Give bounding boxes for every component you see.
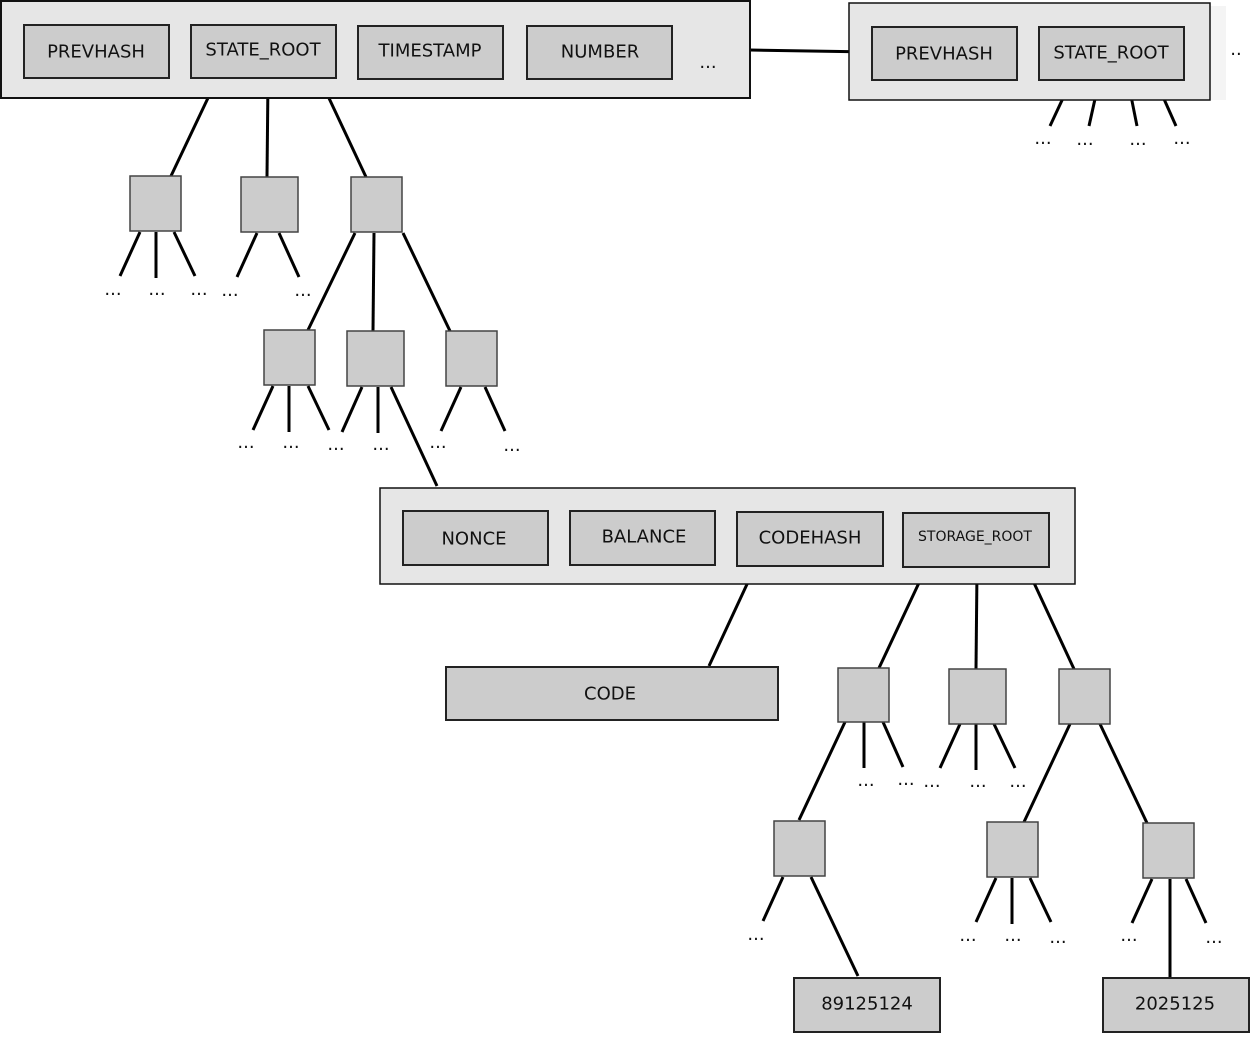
edge <box>1022 723 1072 823</box>
edge <box>1026 569 1076 670</box>
ellipsis: ... <box>294 280 311 301</box>
ellipsis: ... <box>923 771 940 792</box>
field-prevhash-label: PREVHASH <box>47 42 145 63</box>
next-more-ellipsis: .. <box>1230 39 1241 60</box>
ellipsis: ... <box>747 924 764 945</box>
field-state-root-label: STATE_ROOT <box>205 40 321 61</box>
next-field-prevhash-label: PREVHASH <box>895 44 993 65</box>
ellipsis: ... <box>1009 771 1026 792</box>
ellipsis: ... <box>959 925 976 946</box>
edge <box>1028 877 1053 923</box>
ellipsis: ... <box>1076 129 1093 150</box>
storage-node <box>773 820 826 877</box>
ellipsis: ... <box>1034 128 1051 149</box>
ellipsis: ... <box>327 434 344 455</box>
ellipsis: ... <box>969 771 986 792</box>
edge <box>251 385 275 431</box>
edge <box>974 877 998 923</box>
edge <box>974 569 979 670</box>
account: NONCE BALANCE CODEHASH STORAGE_ROOT <box>379 487 1076 585</box>
storage-node <box>986 821 1039 878</box>
ellipsis: ... <box>372 434 389 455</box>
ellipsis: ... <box>282 432 299 453</box>
trie-node <box>263 329 316 386</box>
trie-node <box>129 175 182 232</box>
edge <box>306 232 357 331</box>
next-field-state-root-label: STATE_ROOT <box>1053 43 1169 64</box>
edge <box>1098 723 1149 824</box>
next-block-header: PREVHASH STATE_ROOT .. <box>848 2 1242 101</box>
ellipsis: ... <box>1049 927 1066 948</box>
field-timestamp-label: TIMESTAMP <box>378 41 482 62</box>
ellipsis: ... <box>1205 927 1222 948</box>
edge <box>938 723 962 769</box>
ellipsis: ... <box>897 769 914 790</box>
ellipsis: ... <box>1173 128 1190 149</box>
ellipsis: ... <box>429 432 446 453</box>
ellipsis: ... <box>1120 925 1137 946</box>
storage-node <box>837 667 890 723</box>
edge <box>1184 878 1208 924</box>
field-balance-label: BALANCE <box>602 527 687 548</box>
storage-node <box>1058 668 1111 725</box>
storage-value: 2025125 <box>1135 994 1215 1015</box>
edge <box>371 232 376 332</box>
edge <box>1130 878 1154 924</box>
edge-to-value <box>809 876 860 977</box>
ellipsis: ... <box>1004 925 1021 946</box>
edge <box>306 385 331 431</box>
edge <box>761 876 785 922</box>
trie-node <box>350 176 403 233</box>
field-number-label: NUMBER <box>561 42 639 63</box>
ellipsis: ... <box>148 279 165 300</box>
edge <box>340 386 364 433</box>
code-label: CODE <box>584 684 636 705</box>
ellipsis: ... <box>190 279 207 300</box>
edge <box>992 723 1017 769</box>
edge <box>881 721 905 768</box>
edge <box>277 232 301 278</box>
edge <box>439 386 463 432</box>
edge <box>401 232 452 332</box>
state-trie-diagram: PREVHASH STATE_ROOT TIMESTAMP NUMBER ...… <box>0 0 1250 1033</box>
ellipsis: ... <box>104 279 121 300</box>
more-fields-ellipsis: ... <box>699 52 716 73</box>
ellipsis: ... <box>503 435 520 456</box>
edge <box>235 232 259 278</box>
storage-node <box>1142 822 1195 879</box>
trie-node <box>240 176 299 233</box>
storage-node <box>948 668 1007 725</box>
edge <box>483 386 507 432</box>
field-codehash-label: CODEHASH <box>759 528 862 549</box>
trie-node <box>445 330 498 387</box>
next-block-fade <box>1210 6 1226 100</box>
ellipsis: ... <box>221 280 238 301</box>
ellipsis: ... <box>237 432 254 453</box>
storage-value: 89125124 <box>821 994 913 1015</box>
edge <box>118 231 142 277</box>
trie-node <box>346 330 405 387</box>
ellipsis: ... <box>1129 129 1146 150</box>
block-header: PREVHASH STATE_ROOT TIMESTAMP NUMBER ... <box>0 0 751 99</box>
edge <box>172 231 197 277</box>
field-nonce-label: NONCE <box>441 529 506 550</box>
field-storage-root-label: STORAGE_ROOT <box>918 529 1032 545</box>
ellipsis: ... <box>857 770 874 791</box>
edge <box>797 721 847 821</box>
state-trie-nodes <box>129 175 498 387</box>
